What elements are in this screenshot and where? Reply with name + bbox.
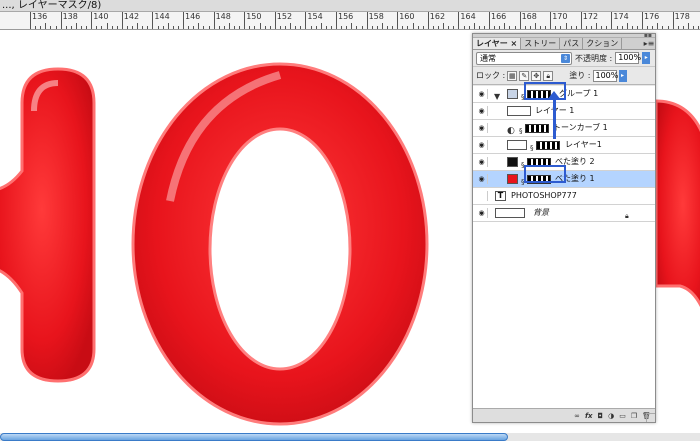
new-layer-icon[interactable]: ❐ <box>631 412 637 420</box>
panel-footer: ∞ fx ◘ ◑ ▭ ❐ 🗑︎ <box>473 408 655 422</box>
layer-name: 背景 <box>533 208 549 217</box>
layer-row[interactable]: ◉ 背景 🔒︎ <box>473 205 655 222</box>
panel-tabs: レイヤー × ストリー パス クション ▸≡ <box>473 38 655 50</box>
adjustment-icon[interactable]: ◑ <box>608 412 614 420</box>
ruler-label: 146 <box>185 12 201 21</box>
eye-icon[interactable]: ◉ <box>476 140 488 150</box>
lock-pixels-icon[interactable]: ✎ <box>519 70 530 81</box>
layer-name: PHOTOSHOP777 <box>511 191 577 200</box>
layer-row[interactable]: ◉ § レイヤー1 <box>473 137 655 154</box>
ruler-label: 176 <box>644 12 660 21</box>
fx-icon[interactable]: fx <box>585 412 593 420</box>
layer-list: ◉ ▼ § グループ 1 ◉ レイヤー 1 ◉ ◐ § トーンカーブ 1 ◉ §… <box>473 86 655 408</box>
ruler-label: 162 <box>429 12 446 21</box>
lock-position-icon[interactable]: ✥ <box>531 70 542 81</box>
layer-mask-thumbnail[interactable] <box>525 124 549 133</box>
eye-icon[interactable]: ◉ <box>476 208 488 218</box>
ruler-label: 140 <box>93 12 109 21</box>
ruler-label: 148 <box>215 12 231 21</box>
layer-mask-thumbnail[interactable] <box>536 141 560 150</box>
chevron-down-icon: ⇕ <box>561 53 570 63</box>
layer-row[interactable]: ◉ ◐ § トーンカーブ 1 <box>473 120 655 137</box>
annotation-box-bottom <box>524 165 566 183</box>
blend-mode-value: 通常 <box>480 53 496 63</box>
ruler-label: 172 <box>582 12 599 21</box>
ruler-label: 144 <box>154 12 170 21</box>
ruler-label: 168 <box>521 12 537 21</box>
panel-collapse-icon[interactable]: ▪▪ <box>644 33 652 39</box>
ruler-label: 164 <box>460 12 476 21</box>
ruler-label: 142 <box>123 12 140 21</box>
ruler-label: 178 <box>674 12 690 21</box>
tab-layers[interactable]: レイヤー × <box>473 38 522 49</box>
layer-thumbnail <box>507 106 531 116</box>
eye-icon[interactable]: ◉ <box>476 174 488 184</box>
blend-row: 通常 ⇕ 不透明度 : 100% ▸ <box>473 50 655 67</box>
eye-icon-hidden[interactable]: ◉ <box>476 191 488 201</box>
lock-all-icon[interactable]: 🔒︎ <box>543 70 554 81</box>
mask-icon[interactable]: ◘ <box>598 412 604 420</box>
ruler-label: 154 <box>307 12 323 21</box>
ruler-label: 170 <box>552 12 568 21</box>
eye-icon[interactable]: ◉ <box>476 106 488 116</box>
ruler-label: 152 <box>276 12 293 21</box>
ruler-label: 160 <box>399 12 415 21</box>
letter-p-fragment <box>654 99 700 308</box>
opacity-slider-button[interactable]: ▸ <box>642 52 651 64</box>
app-window: ..., レイヤーマスク/8) 136 138 140 142 144 146 148 150… <box>0 0 700 441</box>
panel-menu-icon[interactable]: ▸≡ <box>643 38 655 49</box>
layer-row[interactable]: ◉ レイヤー 1 <box>473 103 655 120</box>
ruler-label: 174 <box>613 12 629 21</box>
layer-thumbnail <box>495 208 525 218</box>
blend-mode-select[interactable]: 通常 ⇕ <box>476 51 572 65</box>
ruler-label: 158 <box>368 12 384 21</box>
lock-icon: 🔒︎ <box>625 212 629 220</box>
lock-label: ロック : <box>476 71 506 80</box>
text-layer-icon: T <box>495 191 506 201</box>
fill-input[interactable]: 100% <box>592 69 618 82</box>
tab-paths[interactable]: パス <box>560 38 584 49</box>
ruler-label: 136 <box>32 12 48 21</box>
layer-thumbnail <box>507 140 527 150</box>
eye-icon[interactable]: ◉ <box>476 123 488 133</box>
letter-h-fragment <box>0 67 96 383</box>
opacity-label: 不透明度 : <box>575 53 613 63</box>
color-fill-swatch <box>507 157 518 167</box>
fill-label: 塗り : <box>569 71 591 80</box>
folder-icon <box>507 89 518 99</box>
resize-grip-icon[interactable] <box>646 413 655 422</box>
fill-slider-button[interactable]: ▸ <box>618 69 627 82</box>
window-title: ..., レイヤーマスク/8) <box>0 0 700 12</box>
scrollbar-thumb[interactable] <box>0 433 508 441</box>
ruler-label: 156 <box>338 12 354 21</box>
link-icon[interactable]: ∞ <box>574 412 580 420</box>
ruler-label: 166 <box>491 12 507 21</box>
layer-name: トーンカーブ 1 <box>553 123 608 132</box>
opacity-input[interactable]: 100% <box>615 52 641 64</box>
tab-actions[interactable]: クション <box>583 38 623 49</box>
color-fill-swatch <box>507 174 518 184</box>
folder-icon[interactable]: ▭ <box>619 412 626 420</box>
layer-name: レイヤー1 <box>565 140 602 149</box>
ruler-label: 150 <box>246 12 262 21</box>
eye-icon[interactable]: ◉ <box>476 157 488 167</box>
annotation-arrow <box>553 97 556 139</box>
lock-transparency-icon[interactable]: ▦ <box>507 70 518 81</box>
ruler-label: 138 <box>62 12 78 21</box>
horizontal-ruler: 136 138 140 142 144 146 148 150 152 154 156 158 160 1… <box>0 12 700 30</box>
eye-icon[interactable]: ◉ <box>476 89 488 99</box>
layer-row[interactable]: ◉ T PHOTOSHOP777 <box>473 188 655 205</box>
tab-history[interactable]: ストリー <box>521 38 561 49</box>
